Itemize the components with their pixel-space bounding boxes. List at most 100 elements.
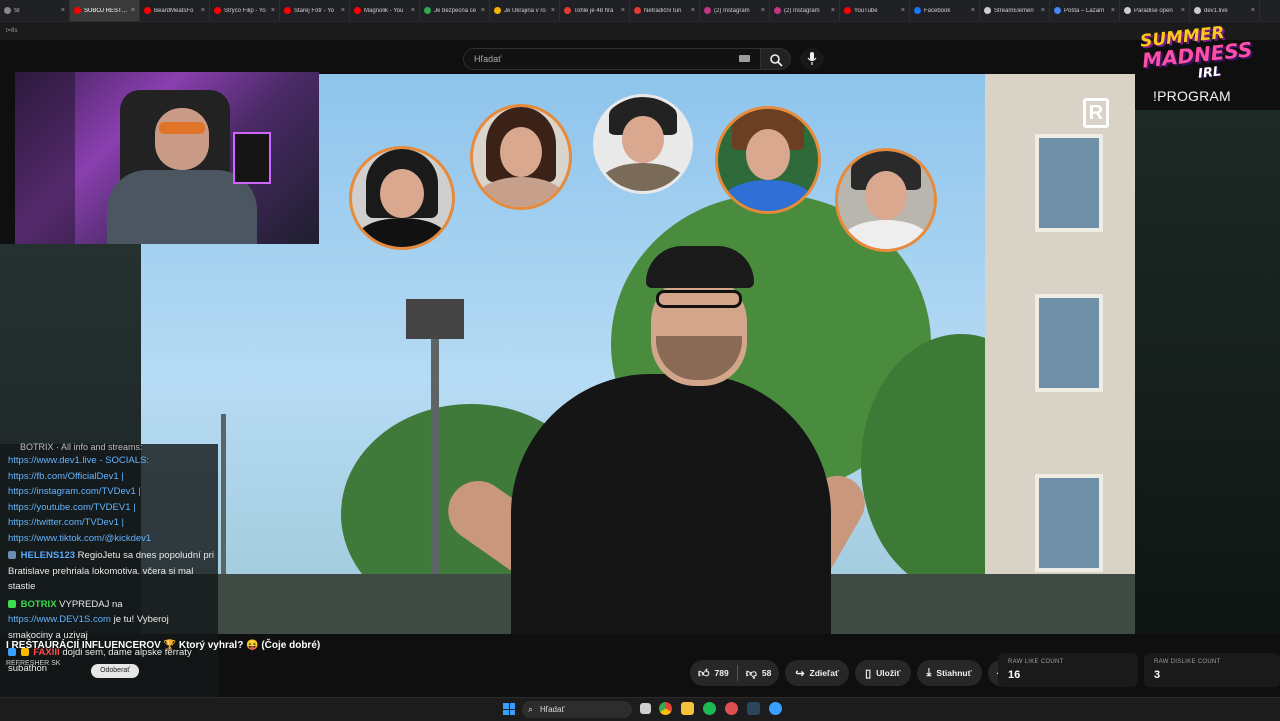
browser-tab[interactable]: SI × — [0, 0, 70, 21]
save-button[interactable]: ▯ Uložiť — [855, 660, 911, 686]
browser-tab[interactable]: Strýco Filip - Yo × — [210, 0, 280, 21]
tab-close-icon[interactable]: × — [761, 7, 765, 14]
tab-favicon-icon — [494, 7, 501, 14]
browser-tab[interactable]: BeardMeatsFo × — [140, 0, 210, 21]
search-placeholder: Hľadať — [474, 54, 502, 64]
chat-link-fb[interactable]: https://fb.com/OfficialDev1 | — [8, 469, 214, 485]
tab-close-icon[interactable]: × — [131, 7, 135, 14]
browser-tab[interactable]: Paradise open × — [1120, 0, 1190, 21]
browser-tab[interactable]: dev1.live × — [1190, 0, 1260, 21]
tab-close-icon[interactable]: × — [1111, 7, 1115, 14]
tab-favicon-icon — [704, 7, 711, 14]
like-count[interactable]: 789 — [715, 668, 729, 678]
browser-tab[interactable]: Magnolik - You × — [350, 0, 420, 21]
tab-label: Starej Fotr - Yo — [294, 7, 335, 14]
tab-label: Je Ukrajina v ro — [504, 7, 546, 14]
browser-tab[interactable]: Je Ukrajina v ro × — [490, 0, 560, 21]
task-view-icon[interactable] — [640, 703, 651, 714]
browser-tab[interactable]: Pošta – Lazarn × — [1050, 0, 1120, 21]
like-dislike-group: 👍︎ 789 👎︎ 58 — [690, 660, 780, 686]
chat-link-tiktok[interactable]: https://www.tiktok.com/@kickdev1 — [8, 531, 214, 547]
chat-text: VYPREDAJ na — [59, 598, 123, 610]
browser-tab[interactable]: SÚBOJ REŠTAU × — [70, 0, 140, 21]
browser-tab[interactable]: YouTube × — [840, 0, 910, 21]
chrome-icon[interactable] — [659, 702, 672, 715]
tab-favicon-icon — [4, 7, 11, 14]
influencer-avatar-1 — [349, 146, 455, 250]
tab-favicon-icon — [74, 7, 81, 14]
chat-link-shop[interactable]: https://www.DEV1S.com — [8, 614, 111, 625]
tab-close-icon[interactable]: × — [901, 7, 905, 14]
thumbs-down-icon[interactable]: 👎︎ — [746, 667, 757, 680]
tab-close-icon[interactable]: × — [271, 7, 275, 14]
keyboard-icon[interactable] — [739, 55, 750, 62]
tab-close-icon[interactable]: × — [341, 7, 345, 14]
spotify-icon[interactable] — [703, 702, 716, 715]
tab-close-icon[interactable]: × — [1181, 7, 1185, 14]
emoji-icon: 😝 — [246, 640, 259, 651]
browser-tab[interactable]: Netradiční turi × — [630, 0, 700, 21]
thumbs-up-icon[interactable]: 👍︎ — [698, 667, 710, 680]
voice-search-button[interactable] — [800, 48, 824, 70]
chat-link-site[interactable]: https://www.dev1.live - SOCIALS: — [8, 453, 214, 469]
browser-tab[interactable]: Tohle je 48 hrá × — [560, 0, 630, 21]
raw-like-card: RAW LIKE COUNT 16 — [998, 653, 1138, 687]
chat-link-twitter[interactable]: https://twitter.com/TVDev1 | — [8, 515, 214, 531]
tab-close-icon[interactable]: × — [411, 7, 415, 14]
download-label: Stiahnuť — [936, 668, 972, 678]
browser-icon[interactable] — [769, 702, 782, 715]
browser-tab[interactable]: (2) Instagram × — [700, 0, 770, 21]
taskbar-search[interactable]: ⌕ Hľadať — [522, 701, 632, 718]
windows-taskbar: ⌕ Hľadať — [0, 697, 1280, 721]
browser-tab[interactable]: StreamElemen × — [980, 0, 1050, 21]
tab-favicon-icon — [1124, 7, 1131, 14]
app-icon[interactable] — [725, 702, 738, 715]
logo-line-3: IRL — [1197, 64, 1222, 82]
chat-username: BOTRIX — [20, 598, 57, 610]
file-explorer-icon[interactable] — [681, 702, 694, 715]
tab-close-icon[interactable]: × — [551, 7, 555, 14]
browser-tab[interactable]: Facebook × — [910, 0, 980, 21]
tab-favicon-icon — [914, 7, 921, 14]
subscribe-button[interactable]: Odoberať — [91, 664, 139, 678]
gaming-pc — [233, 132, 271, 184]
tab-close-icon[interactable]: × — [831, 7, 835, 14]
window — [1035, 134, 1103, 232]
search-button[interactable] — [761, 48, 791, 70]
steam-icon[interactable] — [747, 702, 760, 715]
browser-tab[interactable]: (2) Instagram × — [770, 0, 840, 21]
streamer-glasses — [159, 122, 205, 134]
dislike-count[interactable]: 58 — [762, 668, 771, 678]
chat-link-youtube[interactable]: https://youtube.com/TVDEV1 | — [8, 500, 214, 516]
browser-tab[interactable]: Starej Fotr - Yo × — [280, 0, 350, 21]
browser-tab[interactable]: Je bezpecna ce × — [420, 0, 490, 21]
address-bar[interactable]: t=8s — [0, 22, 1280, 40]
search-input[interactable]: Hľadať — [463, 48, 761, 70]
tab-favicon-icon — [144, 7, 151, 14]
browser-tab-strip: SI × SÚBOJ REŠTAU × BeardMeatsFo × Strýco Fili… — [0, 0, 1280, 22]
stadium-lights — [406, 299, 464, 339]
apartment-building — [985, 74, 1135, 634]
tab-close-icon[interactable]: × — [1251, 7, 1255, 14]
tab-close-icon[interactable]: × — [691, 7, 695, 14]
tab-close-icon[interactable]: × — [201, 7, 205, 14]
tab-close-icon[interactable]: × — [61, 7, 65, 14]
person-cap — [646, 246, 754, 288]
channel-name[interactable]: REFRESHER SK — [6, 660, 60, 667]
chat-username: HELENS123 — [20, 550, 76, 561]
tab-label: Strýco Filip - Yo — [224, 7, 266, 14]
tab-close-icon[interactable]: × — [481, 7, 485, 14]
tab-close-icon[interactable]: × — [621, 7, 625, 14]
tab-close-icon[interactable]: × — [1041, 7, 1045, 14]
chat-badge-icon — [8, 599, 16, 608]
tab-close-icon[interactable]: × — [971, 7, 975, 14]
tab-label: (2) Instagram — [784, 7, 820, 14]
chat-link-instagram[interactable]: https://instagram.com/TVDev1 | — [8, 484, 214, 500]
chat-message: BOTRIX VYPREDAJ na https://www.DEV1S.com… — [8, 597, 214, 644]
windows-start-icon[interactable] — [503, 703, 515, 715]
summer-madness-logo: SUMMER MADNESS IRL — [1139, 23, 1253, 84]
share-button[interactable]: ↪ Zdieľať — [785, 660, 850, 686]
tab-label: (2) Instagram — [714, 7, 750, 14]
save-label: Uložiť — [876, 668, 901, 678]
download-button[interactable]: ⤓ Stiahnuť — [916, 660, 982, 686]
